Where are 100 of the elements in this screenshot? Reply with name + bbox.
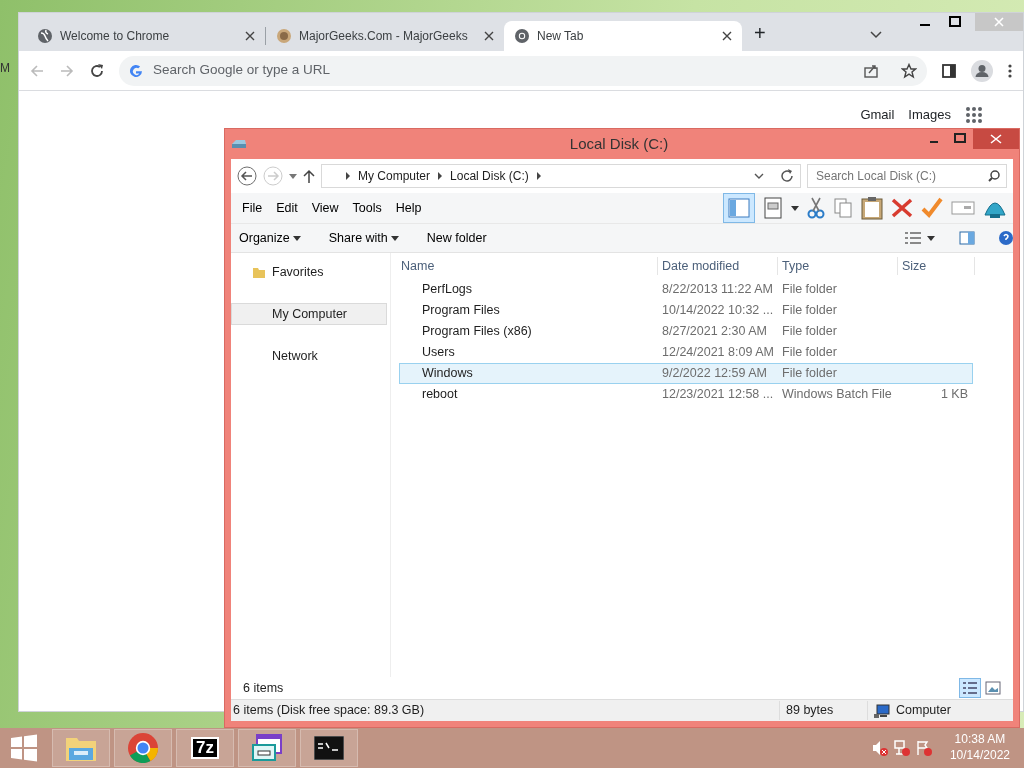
status-text: Computer — [896, 702, 951, 720]
command-button[interactable]: Share with — [328, 228, 399, 248]
file-row[interactable]: Program Files 10/14/2022 10:32 ... File folder — [399, 300, 973, 321]
menu-item[interactable]: File — [235, 198, 270, 218]
globe-icon — [37, 28, 53, 44]
column-header[interactable]: Name — [399, 256, 657, 276]
command-button[interactable]: Organize — [239, 228, 301, 248]
file-name: reboot — [422, 387, 458, 402]
menu-item[interactable]: Tools — [345, 198, 389, 218]
file-name: Users — [422, 345, 455, 360]
item-count: 6 items — [243, 679, 284, 697]
window-app-icon[interactable] — [251, 734, 283, 762]
breadcrumb-item[interactable]: Local Disk (C:) — [450, 167, 529, 185]
network-icon[interactable] — [893, 740, 910, 756]
date-modified: 10/14/2022 10:32 ... — [662, 303, 774, 318]
close-icon[interactable] — [245, 31, 255, 41]
view-options-icon[interactable] — [905, 232, 921, 244]
header-link[interactable]: Gmail — [860, 105, 895, 125]
computer-icon — [874, 703, 890, 718]
details-view-icon[interactable] — [959, 678, 981, 698]
address-bar[interactable]: My Computer Local Disk (C:) — [321, 164, 801, 188]
desktop-icon-label: M — [0, 60, 10, 77]
navigation-item[interactable]: My Computer — [231, 303, 387, 325]
back-icon[interactable] — [237, 166, 257, 186]
date-modified: 8/22/2013 11:22 AM — [662, 282, 773, 297]
status-text: 6 items (Disk free space: 89.3 GB) — [233, 703, 425, 718]
document-icon[interactable] — [763, 197, 783, 219]
caret-icon — [390, 235, 399, 241]
address-bar[interactable]: Search Google or type a URL — [119, 55, 927, 86]
header-link[interactable]: Images — [908, 105, 951, 125]
more-icon[interactable] — [1007, 62, 1013, 79]
terminal-icon[interactable] — [314, 736, 344, 760]
recent-locations-icon[interactable] — [289, 173, 297, 179]
breadcrumb-item[interactable]: My Computer — [358, 167, 431, 185]
start-icon[interactable] — [10, 734, 38, 762]
google-icon — [129, 63, 143, 78]
menu-item[interactable]: View — [304, 198, 346, 218]
command-button[interactable]: New folder — [426, 228, 487, 248]
navigation-item[interactable]: Favorites — [231, 261, 387, 283]
up-icon[interactable] — [303, 169, 315, 183]
star-icon[interactable] — [901, 62, 917, 79]
clipboard-icon[interactable] — [861, 196, 883, 220]
status-text: 89 bytes — [786, 703, 834, 718]
apps-icon[interactable] — [965, 105, 983, 124]
file-type: File folder — [782, 345, 837, 360]
flag-icon[interactable] — [915, 740, 932, 756]
close-button[interactable] — [973, 129, 1019, 149]
reload-icon[interactable] — [89, 62, 105, 79]
volume-muted-icon[interactable] — [871, 740, 888, 756]
date-modified: 8/27/2021 2:30 AM — [662, 324, 767, 339]
browser-tab[interactable]: Welcome to Chrome — [27, 21, 265, 51]
menu-item[interactable]: Edit — [269, 198, 305, 218]
date-modified: 12/24/2021 8:09 AM — [662, 345, 774, 360]
chrome-icon[interactable] — [128, 733, 158, 763]
side-panel-icon[interactable] — [941, 62, 957, 79]
browser-tab[interactable]: New Tab — [504, 21, 742, 51]
checkmark-icon[interactable] — [921, 197, 943, 219]
column-header[interactable]: Date modified — [657, 256, 777, 276]
search-box[interactable]: Search Local Disk (C:) — [807, 164, 1007, 188]
navigation-item[interactable]: Network — [231, 345, 387, 367]
site-favicon-icon — [276, 28, 292, 44]
chrome-icon — [514, 28, 530, 44]
date-modified: 12/23/2021 12:58 ... — [662, 387, 774, 402]
new-tab-button[interactable]: + — [754, 18, 766, 48]
address-field[interactable]: Search Google or type a URL — [151, 59, 855, 82]
close-icon[interactable] — [722, 31, 732, 41]
file-type: File folder — [782, 324, 837, 339]
thumbnail-view-icon[interactable] — [985, 681, 1001, 695]
file-row[interactable]: Program Files (x86) 8/27/2021 2:30 AM File folder — [399, 321, 973, 342]
browser-tab[interactable]: MajorGeeks.Com - MajorGeeks — [266, 21, 504, 51]
file-row[interactable]: Windows 9/2/2022 12:59 AM File folder — [399, 363, 973, 384]
dropdown-icon[interactable] — [927, 235, 935, 241]
delete-icon[interactable] — [891, 197, 913, 219]
chevron-icon — [536, 172, 541, 180]
file-row[interactable]: Users 12/24/2021 8:09 AM File folder — [399, 342, 973, 363]
help-icon[interactable] — [999, 231, 1013, 245]
file-row[interactable]: PerfLogs 8/22/2013 11:22 AM File folder — [399, 279, 973, 300]
file-name: PerfLogs — [422, 282, 473, 297]
column-header[interactable]: Type — [777, 256, 897, 276]
file-name: Program Files — [422, 303, 500, 318]
dropdown-icon[interactable] — [754, 173, 764, 179]
file-row[interactable]: reboot 12/23/2021 12:58 ... Windows Batch File 1 KB — [399, 384, 973, 405]
scissors-icon[interactable] — [807, 197, 825, 219]
refresh-icon[interactable] — [780, 169, 794, 183]
tab-search-icon[interactable] — [869, 31, 882, 39]
column-header[interactable]: Size — [897, 256, 975, 276]
profile-icon[interactable] — [971, 59, 993, 82]
file-type: File folder — [782, 282, 837, 297]
menu-item[interactable]: Help — [388, 198, 429, 218]
search-icon — [988, 170, 1000, 182]
folder-icon — [252, 265, 266, 279]
close-icon[interactable] — [484, 31, 494, 41]
window-title: Local Disk (C:) — [569, 133, 669, 154]
file-type: Windows Batch File — [782, 387, 892, 402]
caret-icon — [292, 235, 301, 241]
file-type: File folder — [782, 366, 837, 381]
share-icon[interactable] — [863, 62, 879, 79]
file-name: Program Files (x86) — [422, 324, 532, 339]
archive-app-icon[interactable]: 7z — [191, 736, 219, 760]
dropdown-icon[interactable] — [791, 205, 799, 211]
